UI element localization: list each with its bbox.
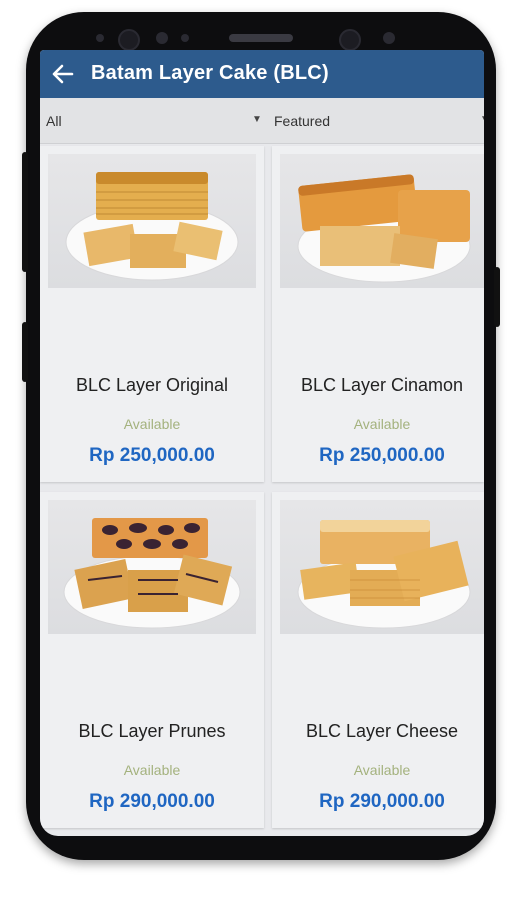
power-button xyxy=(494,267,500,327)
front-camera-icon xyxy=(118,29,140,51)
sensor-dot xyxy=(383,32,395,44)
product-card[interactable]: BLC Layer Prunes Available Rp 290,000.00 xyxy=(40,492,264,828)
product-card[interactable]: BLC Layer Cheese Available Rp 290,000.00 xyxy=(272,492,484,828)
filter-bar: All ▼ Featured ▼ xyxy=(40,98,484,144)
volume-button xyxy=(22,152,28,272)
sensor-dot xyxy=(156,32,168,44)
sort-value: Featured xyxy=(274,113,331,129)
product-price: Rp 290,000.00 xyxy=(319,791,445,812)
caret-down-icon: ▼ xyxy=(480,114,484,125)
product-name: BLC Layer Original xyxy=(75,375,229,395)
product-price: Rp 250,000.00 xyxy=(319,445,445,466)
product-image xyxy=(48,154,256,288)
caret-down-icon: ▼ xyxy=(252,114,262,125)
product-name: BLC Layer Prunes xyxy=(78,721,226,741)
category-dropdown[interactable]: All ▼ xyxy=(46,98,264,143)
back-button[interactable] xyxy=(40,50,88,98)
app-bar: Batam Layer Cake (BLC) xyxy=(40,50,484,98)
availability-status: Available xyxy=(123,762,181,778)
availability-status: Available xyxy=(353,416,411,432)
sort-dropdown[interactable]: Featured ▼ xyxy=(274,98,484,143)
sensor-dot xyxy=(181,34,189,42)
product-image xyxy=(48,500,256,634)
product-card[interactable]: BLC Layer Cinamon Available Rp 250,000.0… xyxy=(272,146,484,482)
arrow-left-icon xyxy=(52,64,74,84)
product-name: BLC Layer Cinamon xyxy=(300,375,464,395)
app-screen: Batam Layer Cake (BLC) All ▼ Featured ▼ xyxy=(40,50,484,836)
iris-sensor xyxy=(339,29,361,51)
product-image xyxy=(280,500,484,634)
page-title: Batam Layer Cake (BLC) xyxy=(91,62,329,84)
earpiece-speaker xyxy=(229,34,293,42)
product-price: Rp 250,000.00 xyxy=(89,445,215,466)
sensor-dot xyxy=(96,34,104,42)
product-name: BLC Layer Cheese xyxy=(305,721,459,741)
product-price: Rp 290,000.00 xyxy=(89,791,215,812)
availability-status: Available xyxy=(353,762,411,778)
category-value: All xyxy=(46,113,62,129)
product-card[interactable]: BLC Layer Original Available Rp 250,000.… xyxy=(40,146,264,482)
product-image xyxy=(280,154,484,288)
bixby-button xyxy=(22,322,28,382)
availability-status: Available xyxy=(123,416,181,432)
